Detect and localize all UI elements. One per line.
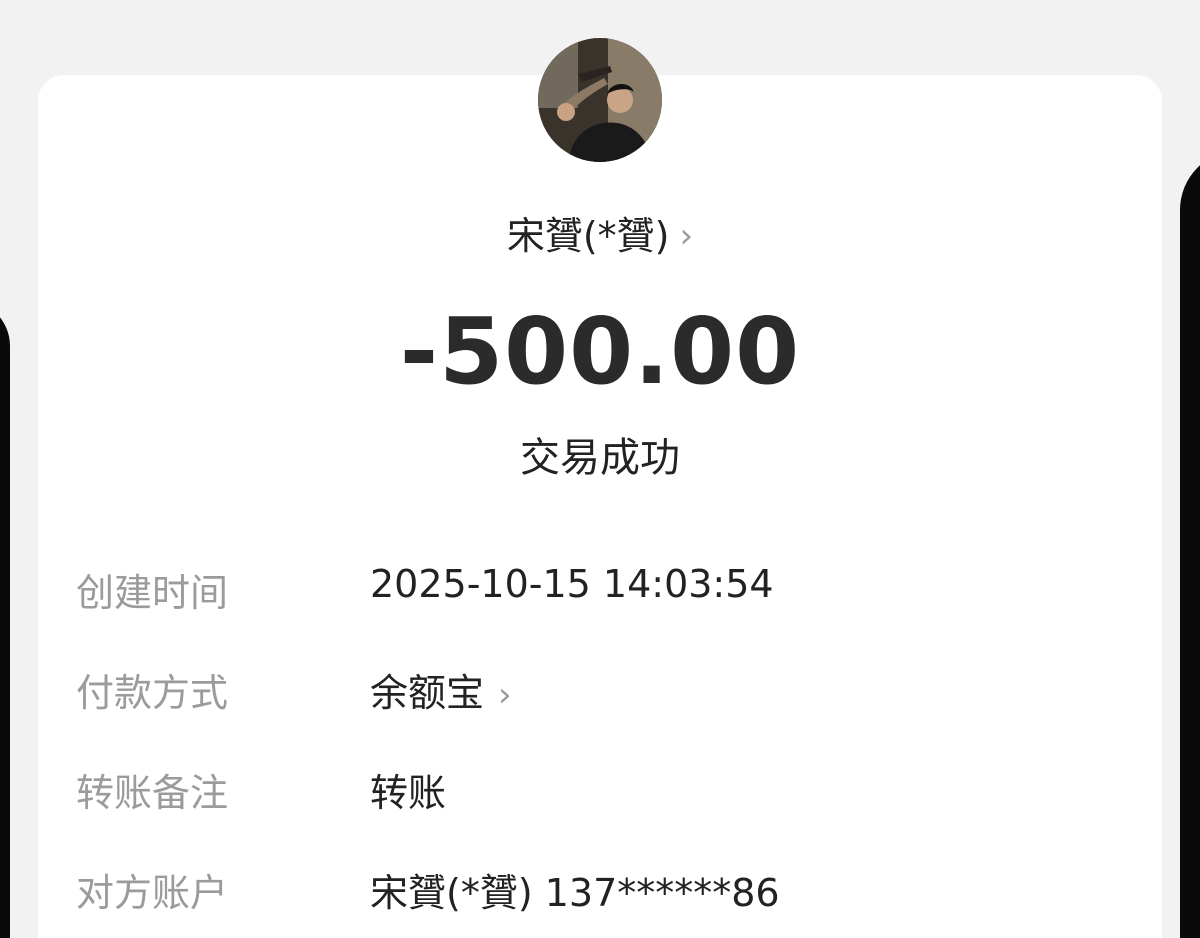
transaction-detail-screen: 宋贇(*贇) › -500.00 交易成功 创建时间 2025-10-15 14:…	[0, 0, 1200, 938]
detail-label: 付款方式	[76, 671, 229, 715]
detail-label: 对方账户	[76, 871, 229, 915]
device-frame-right	[1180, 150, 1200, 938]
detail-value: 2025-10-15 14:03:54	[370, 562, 774, 606]
detail-row-created-time: 创建时间 2025-10-15 14:03:54	[76, 562, 1126, 622]
transaction-amount: -500.00	[399, 298, 801, 405]
detail-row-payment-method[interactable]: 付款方式 余额宝 ›	[76, 662, 1126, 722]
payee-avatar[interactable]	[538, 38, 662, 162]
avatar-photo	[538, 38, 662, 162]
detail-value: 宋贇(*贇) 137******86	[370, 871, 780, 915]
transaction-status: 交易成功	[520, 435, 680, 481]
detail-label: 转账备注	[76, 771, 229, 815]
detail-row-counterparty-account: 对方账户 宋贇(*贇) 137******86	[76, 862, 1126, 922]
payee-name-row[interactable]: 宋贇(*贇) ›	[0, 205, 1200, 260]
chevron-right-icon: ›	[498, 675, 512, 715]
payment-method-value: 余额宝	[370, 671, 485, 715]
detail-value: 转账	[370, 771, 447, 815]
payee-name: 宋贇(*贇)	[506, 214, 670, 258]
chevron-right-icon: ›	[679, 216, 694, 256]
detail-label: 创建时间	[76, 571, 229, 615]
detail-value-link[interactable]: 余额宝 ›	[370, 662, 512, 717]
detail-row-transfer-note: 转账备注 转账	[76, 762, 1126, 822]
